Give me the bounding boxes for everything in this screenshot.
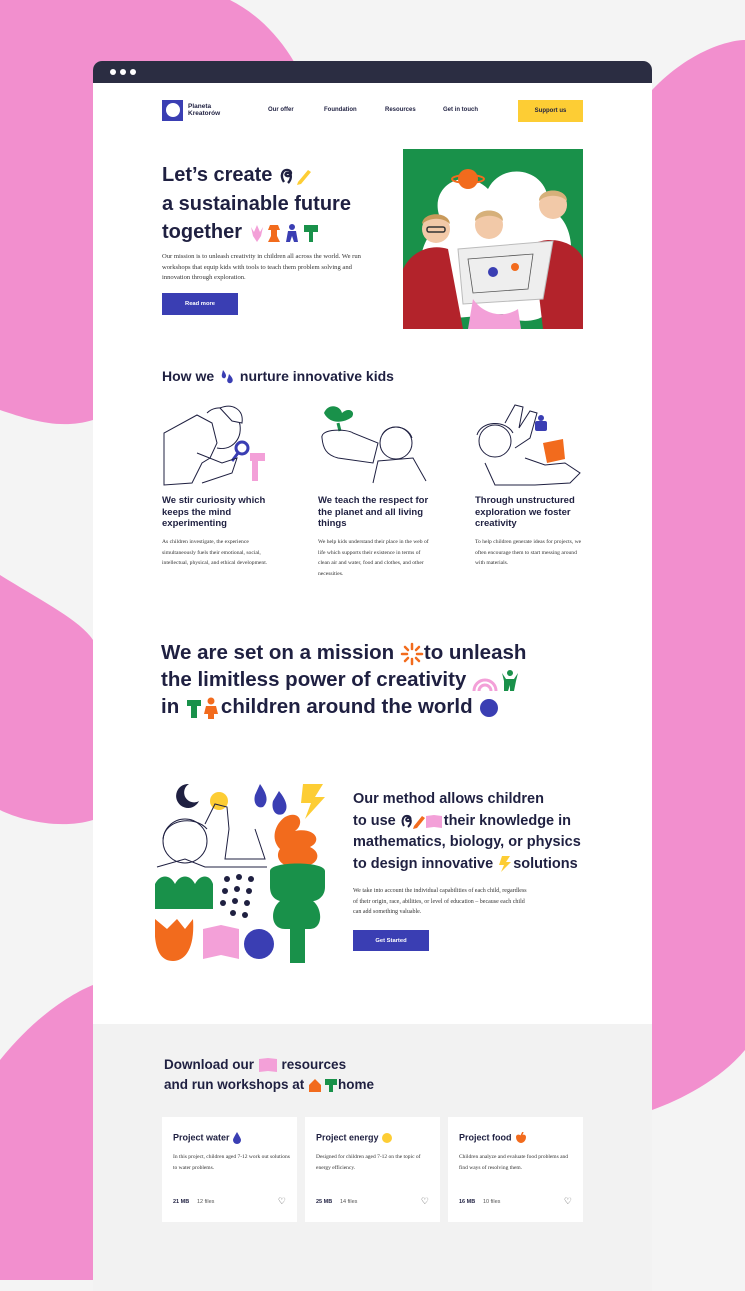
planet-card-title: We teach the respect for the planet and … — [318, 495, 429, 529]
fruit-icon — [516, 1132, 527, 1143]
method-illustration — [155, 783, 325, 963]
resource-card-files: 10 files — [483, 1199, 501, 1205]
resource-card-size: 25 MB — [316, 1199, 333, 1205]
curiosity-card-title: We stir curiosity which keeps the mind e… — [162, 495, 266, 529]
resource-card-description: Children analyze and evaluate food probl… — [459, 1154, 569, 1171]
spark-icon — [400, 642, 424, 665]
method-title: Our method allows children to use their … — [353, 791, 581, 872]
brand-name[interactable]: Planeta Kreatorów — [188, 103, 232, 117]
method-description: We take into account the individual capa… — [353, 888, 527, 915]
resource-card-files: 14 files — [340, 1199, 358, 1205]
creativity-card-title: Through unstructured exploration we fost… — [475, 495, 575, 529]
hero-title: Let’s create a sustainable future togeth… — [162, 164, 351, 243]
book-icon — [258, 1058, 277, 1073]
water-drop-icon — [233, 1132, 242, 1144]
resource-card-size: 21 MB — [173, 1199, 190, 1205]
kids-shapes-icon — [250, 223, 318, 242]
exploration-illustration — [476, 404, 581, 486]
heart-icon[interactable]: ♡ — [421, 1196, 429, 1207]
nav-link-foundation[interactable]: Foundation — [324, 107, 357, 113]
top-navigation: Planeta Kreatorów Our offer Foundation Re… — [162, 100, 583, 123]
globe-dot-icon — [480, 698, 499, 717]
browser-window: Planeta Kreatorów Our offer Foundation Re… — [93, 61, 652, 1291]
mission-statement: We are set on a mission to unleash the l… — [161, 641, 527, 719]
lightning-icon — [499, 855, 512, 872]
window-dot — [130, 69, 136, 75]
heart-icon[interactable]: ♡ — [564, 1196, 572, 1207]
rainbow-kid-icon — [472, 669, 519, 691]
nav-link-get-in-touch[interactable]: Get in touch — [443, 107, 478, 113]
curiosity-card-text: As children investigate, the experience … — [162, 539, 268, 566]
resources-title: Download our resources and run workshops… — [164, 1057, 375, 1093]
sun-icon — [382, 1133, 393, 1143]
hero-photo — [403, 149, 583, 329]
squiggle-pencil-icon — [280, 168, 311, 185]
resource-card-title: Project energy — [316, 1132, 393, 1144]
resource-card-description: In this project, children aged 7-12 work… — [173, 1154, 290, 1171]
window-dot — [110, 69, 116, 75]
nurture-section-title: How we nurture innovative kids — [162, 368, 394, 386]
window-dot — [120, 69, 126, 75]
resource-card-title: Project water — [173, 1132, 242, 1144]
resource-card-description: Designed for children aged 7-12 on the t… — [316, 1154, 421, 1171]
curiosity-illustration — [163, 405, 265, 486]
get-started-button[interactable]: Get Started — [353, 930, 429, 951]
support-us-button[interactable]: Support us — [518, 100, 583, 122]
house-tree-icon — [309, 1079, 338, 1093]
window-titlebar — [93, 61, 652, 83]
squiggle-pencil-book-icon — [401, 814, 442, 829]
hero-description: Our mission is to unleash creativity in … — [162, 253, 361, 281]
heart-icon[interactable]: ♡ — [278, 1196, 286, 1207]
resources-section: Download our resources and run workshops… — [93, 1024, 652, 1291]
planet-card-text: We help kids understand their place in t… — [318, 539, 429, 577]
nav-link-resources[interactable]: Resources — [385, 107, 416, 113]
drops-icon — [221, 370, 233, 384]
resource-card-food[interactable]: Project food Children analyze and evalua… — [448, 1117, 583, 1222]
read-more-button[interactable]: Read more — [162, 293, 238, 315]
children-figures-icon — [186, 697, 218, 719]
resource-card-water[interactable]: Project water In this project, children … — [162, 1117, 297, 1222]
resource-card-files: 12 files — [197, 1199, 215, 1205]
resource-card-title: Project food — [459, 1132, 528, 1144]
creativity-card-text: To help children generate ideas for proj… — [475, 539, 582, 566]
resource-card-energy[interactable]: Project energy Designed for children age… — [305, 1117, 440, 1222]
logo-icon[interactable] — [162, 100, 183, 121]
resource-card-size: 16 MB — [459, 1199, 476, 1205]
planet-illustration — [321, 406, 427, 484]
nav-link-our-offer[interactable]: Our offer — [268, 107, 294, 113]
